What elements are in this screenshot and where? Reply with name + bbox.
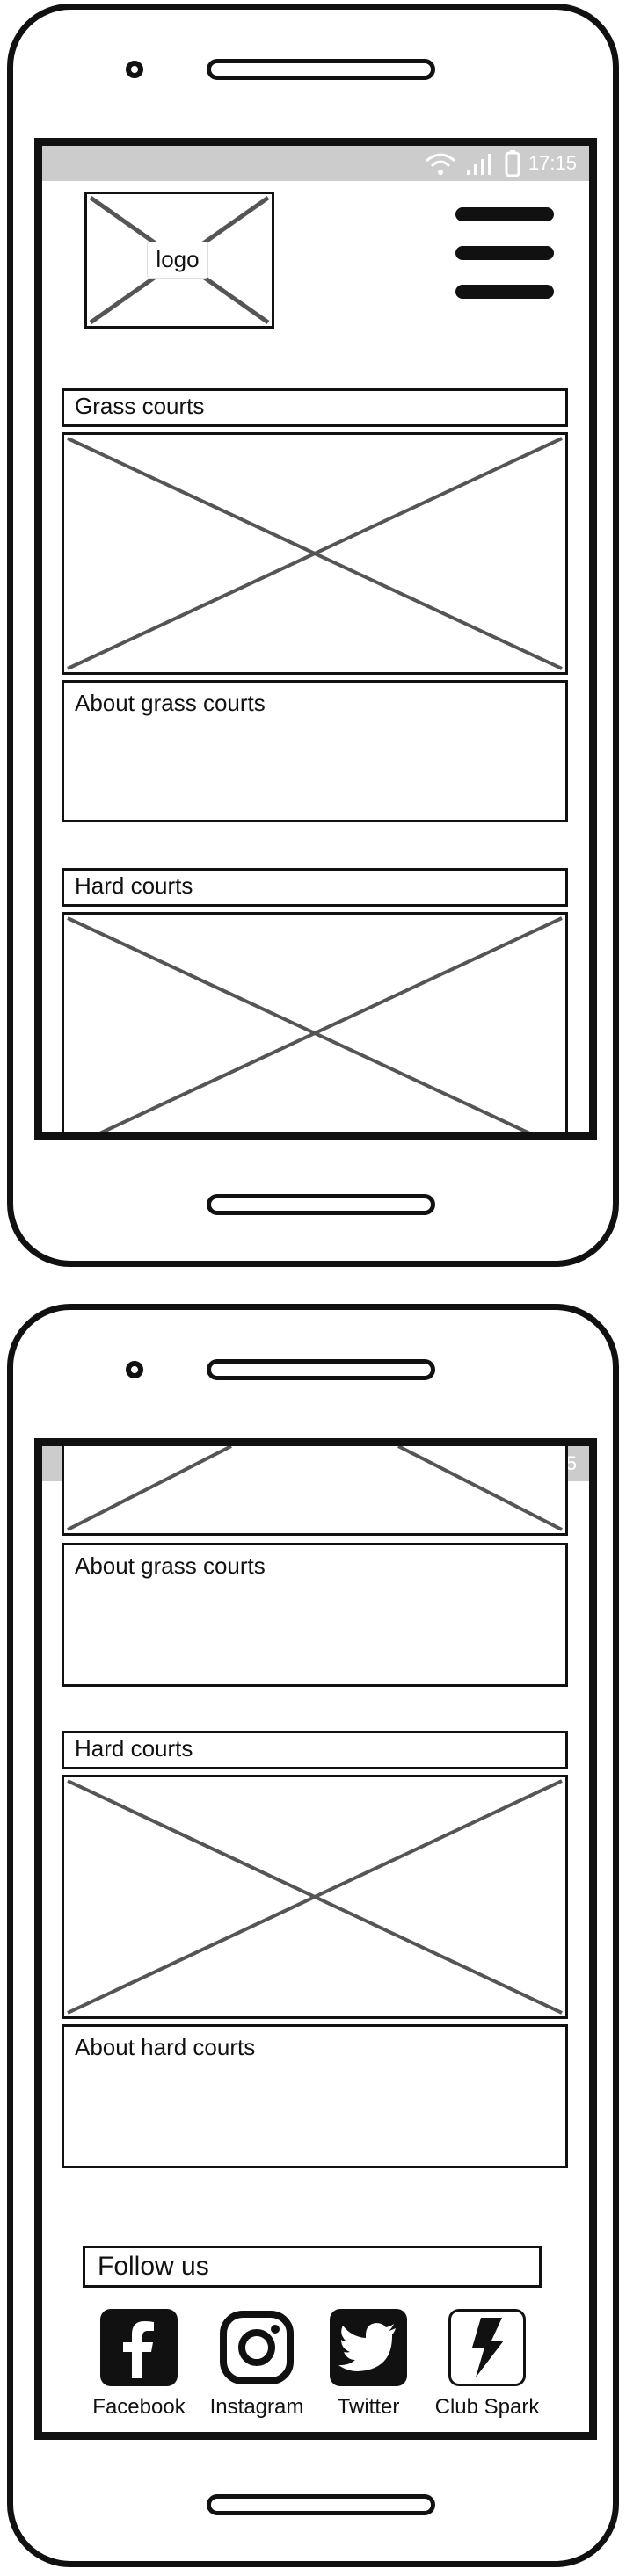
hard-courts-image [62,1775,568,2019]
phone-mockup-top: 17:15 logo Grass courts About grass cour… [7,4,619,1267]
home-button[interactable] [207,1194,435,1215]
phone-mockup-bottom: 17:15 About grass courts Hard courts Abo… [7,1304,619,2567]
logo-placeholder[interactable]: logo [84,192,274,329]
signal-icon [466,154,491,175]
social-label: Facebook [92,2395,186,2419]
social-link-facebook[interactable]: Facebook [84,2309,193,2420]
grass-courts-about: About grass courts [62,680,568,822]
speaker-slot [207,59,435,80]
status-time: 17:15 [528,152,577,174]
home-button[interactable] [207,2494,435,2515]
image-placeholder-icon [67,1446,563,1531]
grass-courts-image [62,1446,568,1536]
social-link-instagram[interactable]: Instagram [202,2309,311,2420]
grass-courts-about: About grass courts [62,1543,568,1687]
grass-courts-image [62,432,568,675]
image-placeholder-icon [67,437,563,670]
wifi-icon [425,153,455,175]
phone-screen: 17:15 logo Grass courts About grass cour… [34,138,597,1140]
facebook-icon [100,2309,178,2386]
social-label: Club Spark [434,2395,540,2419]
grass-courts-heading: Grass courts [62,388,568,427]
hard-courts-image [62,912,568,1132]
hard-courts-about: About hard courts [62,2024,568,2168]
social-link-twitter[interactable]: Twitter [320,2309,417,2420]
hard-courts-heading: Hard courts [62,1731,568,1769]
twitter-icon [330,2309,407,2386]
status-bar: 17:15 [42,146,589,181]
social-link-club-spark[interactable]: Club Spark [426,2309,549,2420]
camera-dot [126,61,143,78]
logo-label: logo [147,242,208,279]
battery-icon [505,150,520,177]
image-placeholder-icon [67,916,563,1132]
hard-courts-heading: Hard courts [62,868,568,907]
lightning-icon [448,2309,526,2386]
instagram-icon [218,2309,295,2386]
follow-us-heading: Follow us [83,2246,542,2288]
speaker-slot [207,1359,435,1380]
social-label: Instagram [209,2395,304,2419]
phone-screen: 17:15 About grass courts Hard courts Abo… [34,1438,597,2440]
camera-dot [126,1361,143,1378]
image-placeholder-icon [67,1779,563,2015]
social-label: Twitter [337,2395,400,2419]
hamburger-menu-icon[interactable] [455,207,554,323]
